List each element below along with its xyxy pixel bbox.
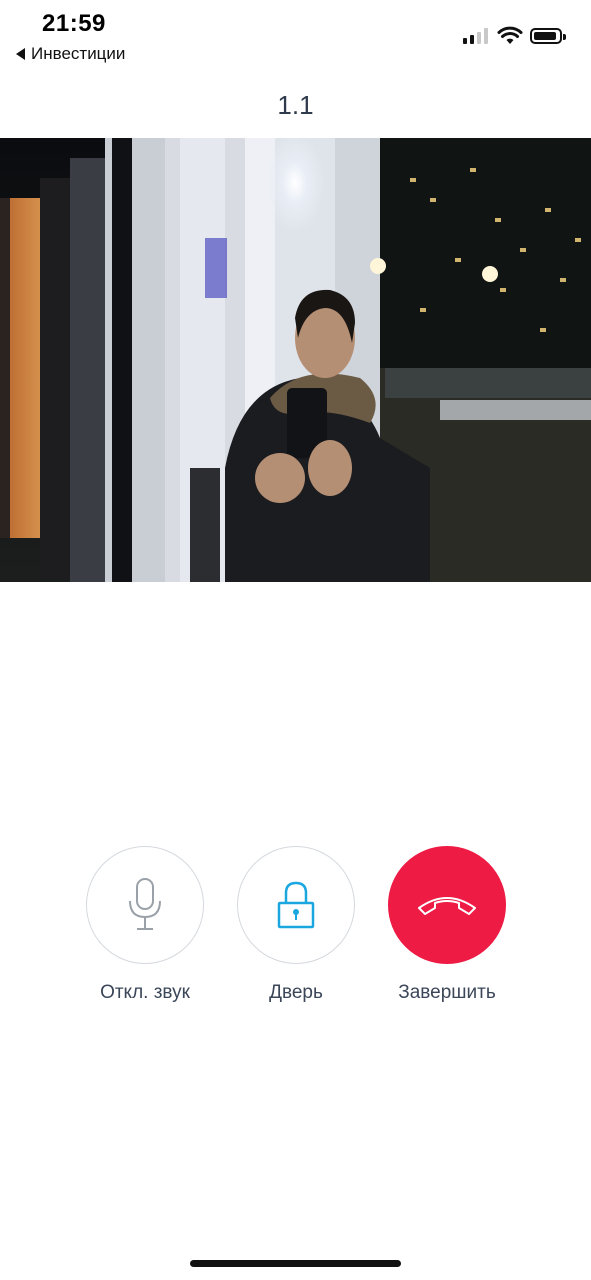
door-control: Дверь	[236, 846, 356, 1004]
open-door-button[interactable]	[237, 846, 355, 964]
mute-control: Откл. звук	[85, 846, 205, 1004]
back-triangle-icon	[16, 48, 25, 60]
status-time: 21:59	[42, 10, 106, 37]
status-bar: 21:59 Инвестиции	[0, 0, 591, 70]
home-indicator[interactable]	[190, 1260, 401, 1267]
back-to-app-link[interactable]: Инвестиции	[16, 44, 125, 64]
intercom-video-feed	[0, 138, 591, 582]
end-call-button[interactable]	[388, 846, 506, 964]
mute-label: Откл. звук	[100, 982, 190, 1003]
door-label: Дверь	[269, 982, 323, 1003]
lock-icon	[277, 881, 315, 929]
back-link-label: Инвестиции	[31, 44, 126, 63]
battery-icon	[530, 28, 566, 44]
hang-up-phone-icon	[418, 897, 476, 915]
call-title: 1.1	[277, 90, 314, 120]
microphone-icon	[129, 878, 161, 930]
cellular-signal-icon	[463, 28, 488, 44]
call-controls: Откл. звук Дверь Завершить	[0, 846, 591, 1026]
end-call-control: Завершить	[387, 846, 507, 1004]
wifi-icon	[497, 26, 523, 44]
mute-button[interactable]	[86, 846, 204, 964]
end-call-label: Завершить	[398, 982, 496, 1003]
